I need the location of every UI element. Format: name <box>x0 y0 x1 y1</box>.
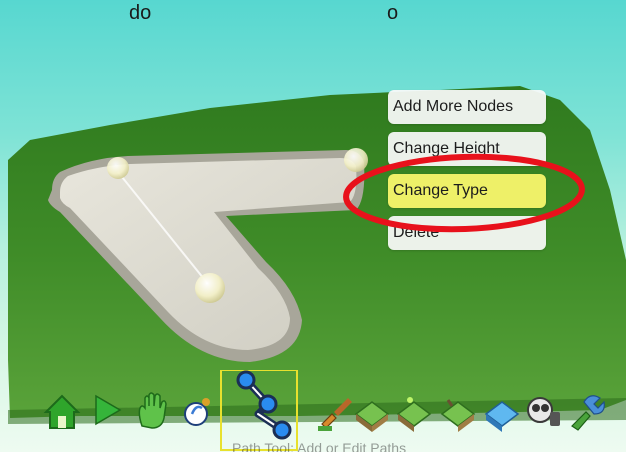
terrain-smooth-icon[interactable] <box>440 399 476 432</box>
object-tool-icon[interactable] <box>571 395 605 431</box>
active-tool-label: Path Tool: Add or Edit Paths <box>232 440 407 452</box>
hand-icon[interactable] <box>138 392 167 429</box>
path-node[interactable] <box>344 148 368 172</box>
menu-item-change-type[interactable]: Change Type <box>388 174 546 208</box>
paint-brush-icon[interactable] <box>318 398 352 431</box>
path-node[interactable] <box>107 157 129 179</box>
water-icon[interactable] <box>484 401 520 432</box>
menu-item-add-more-nodes[interactable]: Add More Nodes <box>388 90 546 124</box>
path-tool-icon[interactable] <box>236 370 292 440</box>
node-tool-icon[interactable] <box>184 398 210 426</box>
home-icon[interactable] <box>43 394 81 429</box>
camera-icon[interactable] <box>527 397 560 426</box>
menu-item-change-height[interactable]: Change Height <box>388 132 546 166</box>
menu-item-delete[interactable]: Delete <box>388 216 546 250</box>
terrain-lower-icon[interactable] <box>396 397 432 432</box>
app-window: do o Add More Nodes Change Height Change… <box>0 0 626 452</box>
path-node[interactable] <box>195 273 225 303</box>
play-icon[interactable] <box>95 394 122 426</box>
terrain-raise-icon[interactable] <box>354 401 390 432</box>
